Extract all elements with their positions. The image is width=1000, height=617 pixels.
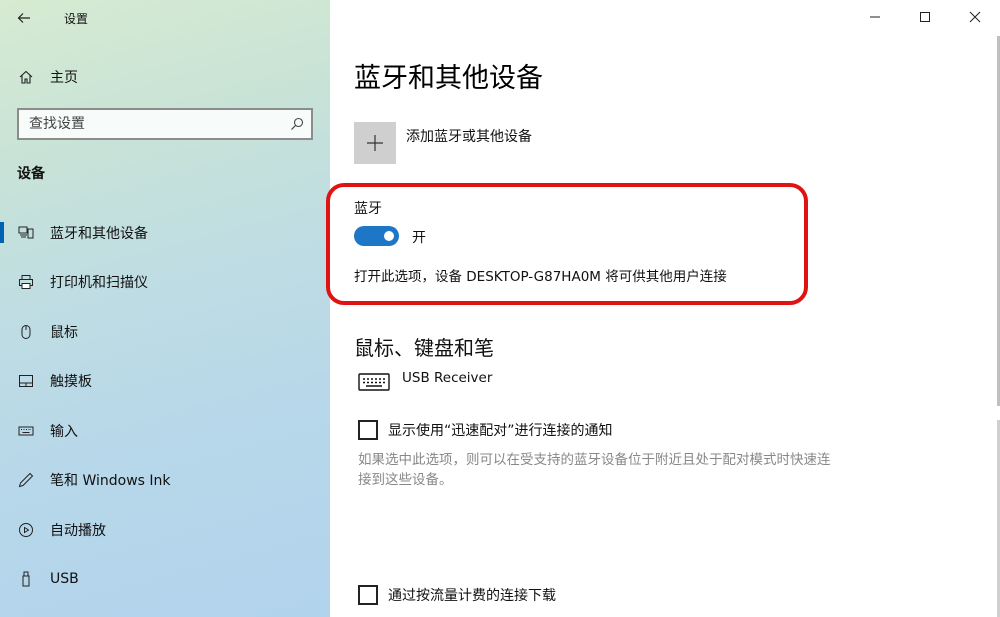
sidebar-item-autoplay[interactable]: 自动播放 bbox=[0, 505, 330, 555]
sidebar-item-label: 蓝牙和其他设备 bbox=[50, 225, 148, 242]
bluetooth-title: 蓝牙 bbox=[354, 201, 382, 217]
minimize-icon bbox=[870, 16, 880, 18]
search-icon[interactable] bbox=[283, 117, 311, 131]
sidebar-item-pen[interactable]: 笔和 Windows Ink bbox=[0, 456, 330, 506]
swift-pair-checkbox[interactable] bbox=[358, 420, 378, 440]
title-bar: 设置 bbox=[0, 0, 330, 36]
search-input[interactable] bbox=[19, 116, 283, 132]
keyboard-device-icon bbox=[358, 373, 390, 391]
highlight-annotation-box bbox=[326, 183, 808, 305]
printer-icon bbox=[17, 273, 35, 291]
sidebar-item-bluetooth[interactable]: 蓝牙和其他设备 bbox=[0, 208, 330, 258]
bluetooth-description: 打开此选项，设备 DESKTOP-G87HA0M 将可供其他用户连接 bbox=[354, 269, 727, 285]
sidebar-item-mouse[interactable]: 鼠标 bbox=[0, 307, 330, 357]
toggle-knob bbox=[384, 231, 394, 241]
sidebar-item-usb[interactable]: USB bbox=[0, 555, 330, 605]
bluetooth-devices-icon bbox=[17, 224, 35, 242]
back-button[interactable] bbox=[0, 0, 48, 36]
swift-pair-option[interactable]: 显示使用“迅速配对”进行连接的通知 bbox=[358, 420, 613, 440]
bluetooth-toggle-state: 开 bbox=[412, 230, 426, 246]
page-title: 蓝牙和其他设备 bbox=[354, 63, 543, 94]
maximize-icon bbox=[920, 12, 930, 22]
metered-download-checkbox[interactable] bbox=[358, 585, 378, 605]
window-controls bbox=[850, 0, 1000, 34]
sidebar-item-label: 打印机和扫描仪 bbox=[50, 275, 148, 292]
sidebar-item-home[interactable]: 主页 bbox=[0, 60, 330, 94]
sidebar-item-label: USB bbox=[50, 571, 79, 588]
sidebar-item-label: 笔和 Windows Ink bbox=[50, 473, 171, 490]
mouse-icon bbox=[17, 323, 35, 341]
add-device-button[interactable]: 添加蓝牙或其他设备 bbox=[354, 122, 532, 164]
maximize-button[interactable] bbox=[900, 0, 950, 34]
metered-download-option[interactable]: 通过按流量计费的连接下载 bbox=[358, 585, 556, 605]
sidebar-item-label: 输入 bbox=[50, 423, 78, 440]
section-heading-devices: 设备 bbox=[17, 166, 45, 182]
sidebar-item-label: 主页 bbox=[50, 70, 78, 86]
sidebar-item-printers[interactable]: 打印机和扫描仪 bbox=[0, 258, 330, 308]
add-device-tile[interactable] bbox=[354, 122, 396, 164]
minimize-button[interactable] bbox=[850, 0, 900, 34]
device-name: USB Receiver bbox=[402, 370, 493, 386]
pen-icon bbox=[17, 471, 35, 489]
swift-pair-label: 显示使用“迅速配对”进行连接的通知 bbox=[388, 423, 613, 439]
touchpad-icon bbox=[17, 372, 35, 390]
metered-download-label: 通过按流量计费的连接下载 bbox=[388, 588, 556, 604]
add-device-label: 添加蓝牙或其他设备 bbox=[406, 129, 532, 145]
close-button[interactable] bbox=[950, 0, 1000, 34]
usb-icon bbox=[17, 570, 35, 588]
sidebar: 设置 主页 设备 蓝牙和其他设备 打印机和扫描仪 bbox=[0, 0, 330, 617]
sidebar-item-label: 鼠标 bbox=[50, 324, 78, 341]
bluetooth-toggle[interactable] bbox=[354, 226, 399, 246]
plus-icon bbox=[367, 135, 383, 151]
back-arrow-icon bbox=[17, 13, 30, 23]
sidebar-nav-list: 蓝牙和其他设备 打印机和扫描仪 鼠标 触摸板 输入 笔和 Windows Ink… bbox=[0, 208, 330, 604]
device-usb-receiver[interactable]: USB Receiver bbox=[358, 370, 492, 394]
sidebar-item-touchpad[interactable]: 触摸板 bbox=[0, 357, 330, 407]
sidebar-item-label: 自动播放 bbox=[50, 522, 106, 539]
app-title: 设置 bbox=[64, 12, 89, 26]
close-icon bbox=[969, 11, 981, 23]
keyboard-icon bbox=[17, 422, 35, 440]
swift-pair-note: 如果选中此选项，则可以在受支持的蓝牙设备位于附近且处于配对模式时快速连接到这些设… bbox=[358, 452, 831, 488]
autoplay-icon bbox=[17, 521, 35, 539]
home-icon bbox=[17, 68, 35, 86]
mouse-section-heading: 鼠标、键盘和笔 bbox=[354, 336, 494, 360]
main-content: 蓝牙和其他设备 添加蓝牙或其他设备 蓝牙 开 打开此选项，设备 DESKTOP-… bbox=[326, 0, 1000, 617]
sidebar-item-typing[interactable]: 输入 bbox=[0, 406, 330, 456]
sidebar-item-label: 触摸板 bbox=[50, 374, 92, 391]
search-box bbox=[17, 108, 313, 140]
